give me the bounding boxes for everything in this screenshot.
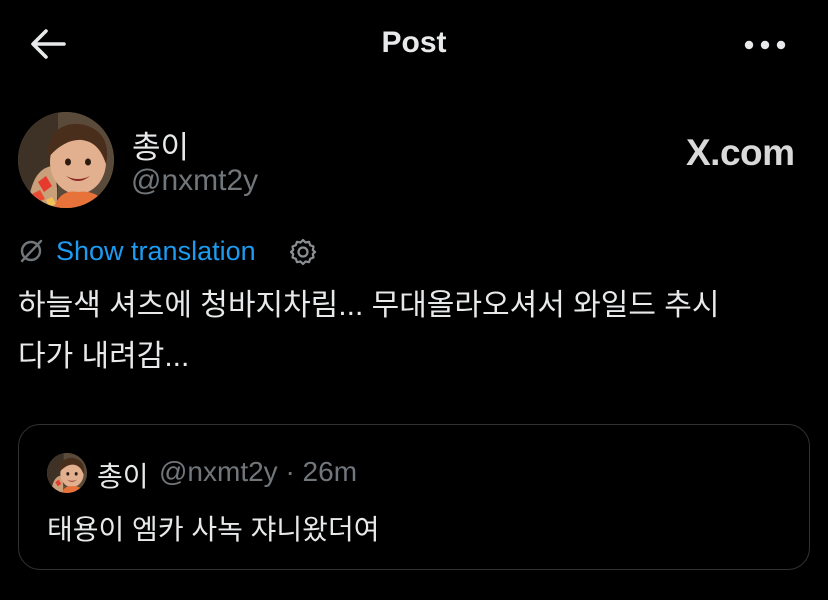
gear-icon[interactable] bbox=[288, 237, 318, 267]
more-horizontal-icon bbox=[744, 40, 786, 50]
brand-text: X.com bbox=[686, 132, 795, 173]
avatar bbox=[47, 453, 87, 493]
avatar-photo bbox=[18, 112, 114, 208]
x-com-watermark: X.com bbox=[686, 132, 795, 174]
avatar[interactable] bbox=[18, 112, 114, 208]
top-bar: Post bbox=[0, 0, 828, 90]
quoted-author-meta: @nxmt2y · 26m bbox=[159, 456, 358, 487]
post-line: 다가 내려감... bbox=[18, 340, 190, 373]
post-line: 하늘색 셔츠에 청바지차림... 무대올라오셔서 와일드 추시 bbox=[18, 289, 720, 322]
post-body: 하늘색 셔츠에 청바지차림... 무대올라오셔서 와일드 추시 다가 내려감..… bbox=[18, 280, 818, 382]
quoted-post-card[interactable]: 총이 @nxmt2y · 26m 태용이 엠카 사녹 쟈니왔더여 bbox=[18, 424, 810, 570]
translation-row: Show translation bbox=[18, 234, 358, 270]
author-handle[interactable]: @nxmt2y bbox=[131, 164, 258, 198]
page-title: Post bbox=[381, 26, 447, 59]
author-display-name[interactable]: 총이 bbox=[132, 122, 189, 167]
quoted-author-name: 총이 bbox=[97, 461, 149, 492]
translate-icon bbox=[20, 239, 43, 263]
avatar-photo bbox=[47, 453, 87, 493]
more-options-button[interactable] bbox=[742, 30, 788, 60]
quoted-post-text: 태용이 엠카 사녹 쟈니왔더여 bbox=[47, 514, 380, 545]
show-translation-link[interactable]: Show translation bbox=[56, 236, 256, 267]
post-author: 총이 @nxmt2y X.com bbox=[18, 112, 810, 212]
